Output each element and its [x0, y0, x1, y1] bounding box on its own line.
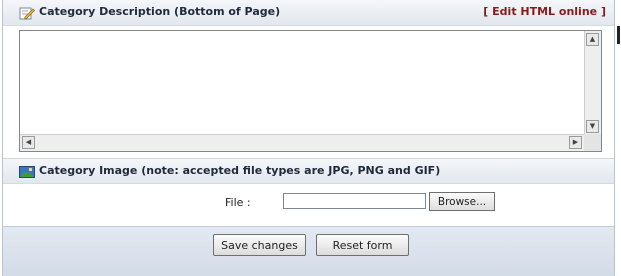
reset-form-button[interactable]: Reset form — [316, 234, 409, 256]
description-section-title: Category Description (Bottom of Page) — [39, 5, 281, 18]
edit-html-online-link[interactable]: Edit HTML online — [492, 5, 597, 18]
scroll-up-icon[interactable]: ▲ — [586, 33, 599, 46]
category-form-panel: Category Description (Bottom of Page) [ … — [2, 0, 615, 276]
description-horizontal-scrollbar[interactable]: ◀ ▶ — [20, 134, 584, 151]
file-upload-row: File : Browse... — [3, 184, 614, 226]
scrollbar-corner — [584, 134, 601, 151]
file-path-input[interactable] — [283, 193, 426, 209]
description-textarea[interactable] — [20, 31, 588, 139]
edit-pencil-icon — [19, 7, 35, 20]
image-section-title: Category Image (note: accepted file type… — [39, 164, 441, 177]
description-section-header: Category Description (Bottom of Page) [ … — [3, 0, 614, 26]
edit-html-link-wrap: [ Edit HTML online ] — [483, 5, 606, 18]
scroll-left-icon[interactable]: ◀ — [22, 136, 35, 149]
description-vertical-scrollbar[interactable]: ▲ ▼ — [584, 31, 601, 135]
edit-link-open-bracket: [ — [483, 5, 489, 18]
edit-link-close-bracket: ] — [600, 5, 606, 18]
scroll-down-icon[interactable]: ▼ — [586, 120, 599, 133]
save-changes-button[interactable]: Save changes — [213, 234, 306, 256]
form-actions-bar: Save changes Reset form — [3, 226, 614, 276]
description-textarea-frame: ▲ ▼ ◀ ▶ — [19, 30, 602, 152]
browse-button[interactable]: Browse... — [429, 192, 495, 211]
image-section-header: Category Image (note: accepted file type… — [3, 158, 614, 184]
file-label: File : — [225, 196, 251, 209]
scroll-right-icon[interactable]: ▶ — [569, 136, 582, 149]
picture-icon — [19, 166, 35, 178]
edge-marker — [617, 26, 620, 44]
